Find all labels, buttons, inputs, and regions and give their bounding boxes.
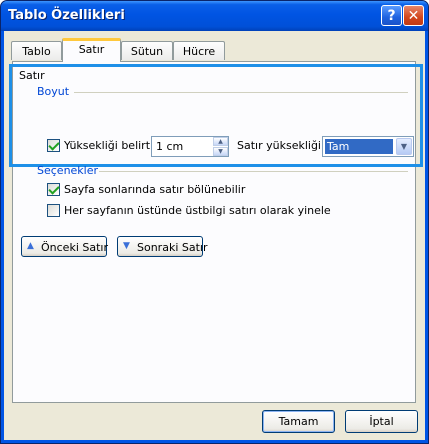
ok-label: Tamam bbox=[278, 415, 319, 428]
row-height-select[interactable]: Tam ▼ bbox=[322, 136, 414, 157]
specify-height-label: Yüksekliği belirt: bbox=[64, 139, 154, 152]
group-label-secenekler: Seçenekler bbox=[37, 164, 99, 177]
arrow-up-icon: ▲ bbox=[27, 241, 34, 251]
help-button[interactable]: ? bbox=[381, 5, 402, 26]
repeat-header-label: Her sayfanın üstünde üstbilgi satırı ola… bbox=[64, 204, 331, 217]
previous-row-label: Önceki Satır bbox=[41, 241, 108, 254]
next-row-label: Sonraki Satır bbox=[137, 241, 208, 254]
allow-row-break-checkbox[interactable] bbox=[47, 183, 60, 196]
tab-hucre[interactable]: Hücre bbox=[173, 41, 225, 60]
tab-tablo[interactable]: Tablo bbox=[11, 41, 62, 60]
section-title: Satır bbox=[19, 69, 45, 82]
tab-label: Sütun bbox=[130, 45, 164, 58]
divider bbox=[74, 92, 408, 93]
cancel-button[interactable]: İptal bbox=[345, 410, 418, 433]
allow-row-break-label: Sayfa sonlarında satır bölünebilir bbox=[64, 183, 246, 196]
tab-label: Tablo bbox=[22, 45, 51, 58]
tab-label: Satır bbox=[78, 43, 105, 56]
next-row-button[interactable]: ▼ Sonraki Satır bbox=[117, 236, 208, 257]
close-button[interactable]: ✕ bbox=[403, 5, 424, 26]
previous-row-button[interactable]: ▲ Önceki Satır bbox=[21, 236, 108, 257]
tab-satir[interactable]: Satır bbox=[62, 38, 121, 62]
window-title: Tablo Özellikleri bbox=[8, 8, 125, 23]
dialog-body: Tablo Satır Sütun Hücre Satır Boyut Yüks… bbox=[4, 31, 425, 440]
arrow-down-icon: ▼ bbox=[123, 241, 130, 251]
specify-height-checkbox[interactable] bbox=[47, 139, 60, 152]
spinner-arrows: ▲ ▼ bbox=[213, 137, 228, 156]
dialog-window: Tablo Özellikleri ? ✕ Tablo Satır Sütun … bbox=[0, 0, 429, 444]
height-spinner[interactable]: 1 cm ▲ ▼ bbox=[151, 136, 229, 157]
title-bar[interactable]: Tablo Özellikleri ? ✕ bbox=[1, 1, 428, 31]
ok-button[interactable]: Tamam bbox=[262, 410, 335, 433]
tab-panel bbox=[12, 61, 416, 403]
help-icon: ? bbox=[387, 7, 396, 24]
row-height-label: Satır yüksekliği: bbox=[237, 139, 325, 152]
height-value: 1 cm bbox=[156, 140, 184, 153]
spin-down-icon[interactable]: ▼ bbox=[213, 147, 228, 156]
group-label-boyut: Boyut bbox=[37, 85, 70, 98]
divider bbox=[99, 171, 408, 172]
tab-label: Hücre bbox=[182, 45, 216, 58]
chevron-down-icon[interactable]: ▼ bbox=[396, 138, 412, 155]
cancel-label: İptal bbox=[369, 415, 394, 428]
repeat-header-checkbox[interactable] bbox=[47, 204, 60, 217]
spin-up-icon[interactable]: ▲ bbox=[213, 137, 228, 146]
close-icon: ✕ bbox=[407, 7, 420, 24]
tab-sutun[interactable]: Sütun bbox=[121, 41, 173, 60]
row-height-value: Tam bbox=[325, 139, 393, 154]
